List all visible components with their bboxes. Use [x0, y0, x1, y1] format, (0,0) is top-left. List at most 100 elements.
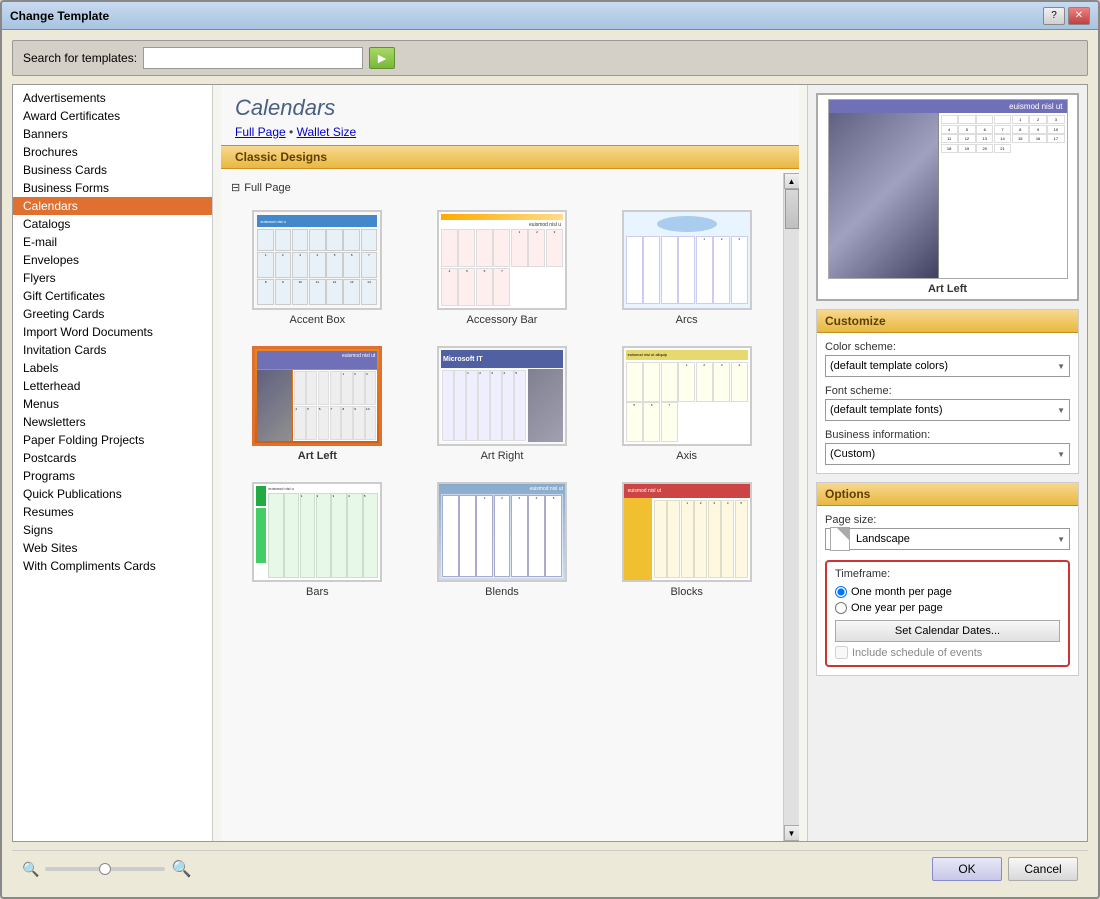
main-panels: Advertisements Award Certificates Banner… — [12, 84, 1088, 842]
page-size-value: Landscape — [856, 533, 910, 545]
scroll-up-btn[interactable]: ▲ — [784, 173, 800, 189]
radio-one-year-row: One year per page — [835, 602, 1060, 614]
sidebar-item-letterhead[interactable]: Letterhead — [13, 377, 212, 395]
template-art-left[interactable]: euismod nisl ut — [231, 342, 404, 466]
scroll-down-btn[interactable]: ▼ — [784, 825, 800, 841]
sidebar-item-envelopes[interactable]: Envelopes — [13, 251, 212, 269]
options-section: Options Page size: Landscape — [816, 482, 1079, 676]
sidebar-item-advertisements[interactable]: Advertisements — [13, 89, 212, 107]
timeframe-label: Timeframe: — [835, 568, 1060, 580]
business-info-value: (Custom) — [830, 448, 875, 460]
sidebar-item-calendars[interactable]: Calendars — [13, 197, 212, 215]
search-button[interactable]: ► — [369, 47, 395, 69]
schedule-checkbox-row: Include schedule of events — [835, 646, 1060, 659]
radio-one-month-row: One month per page — [835, 586, 1060, 598]
cal-cell: 7 — [994, 125, 1011, 134]
section-label: Full Page — [244, 182, 290, 194]
page-size-dropdown[interactable]: Landscape ▼ — [825, 528, 1070, 550]
options-title: Options — [817, 483, 1078, 506]
scroll-thumb[interactable] — [785, 189, 799, 229]
sidebar-item-catalogs[interactable]: Catalogs — [13, 215, 212, 233]
window-title: Change Template — [10, 9, 109, 23]
section-header-full-page[interactable]: ⊟ Full Page — [231, 177, 773, 198]
tab-full-page[interactable]: Full Page — [235, 125, 286, 139]
cal-cell: 5 — [958, 125, 975, 134]
cal-cell: 17 — [1047, 134, 1064, 143]
options-body: Page size: Landscape ▼ — [817, 506, 1078, 675]
help-button[interactable]: ? — [1043, 7, 1065, 25]
template-blends[interactable]: euismod nisl ut 1 2 3 4 — [416, 478, 589, 602]
color-scheme-dropdown[interactable]: (default template colors) ▼ — [825, 355, 1070, 377]
sidebar-item-web-sites[interactable]: Web Sites — [13, 539, 212, 557]
sidebar-item-compliments-cards[interactable]: With Compliments Cards — [13, 557, 212, 575]
template-blocks[interactable]: euismod nisl ut 1 2 — [600, 478, 773, 602]
sidebar-item-business-forms[interactable]: Business Forms — [13, 179, 212, 197]
zoom-out-icon[interactable]: 🔍 — [22, 861, 39, 878]
sidebar-item-signs[interactable]: Signs — [13, 521, 212, 539]
search-bar: Search for templates: ► — [12, 40, 1088, 76]
cal-cell: 6 — [976, 125, 993, 134]
cal-cell: 13 — [976, 134, 993, 143]
zoom-thumb — [99, 863, 111, 875]
sidebar-item-labels[interactable]: Labels — [13, 359, 212, 377]
business-info-dropdown[interactable]: (Custom) ▼ — [825, 443, 1070, 465]
template-thumb-axis: euismod nisl ut aliquip 1 2 3 — [622, 346, 752, 446]
cal-cell: 16 — [1029, 134, 1046, 143]
template-label-blends: Blends — [485, 586, 519, 598]
search-label: Search for templates: — [23, 51, 137, 65]
search-input[interactable] — [143, 47, 363, 69]
sidebar-item-business-cards[interactable]: Business Cards — [13, 161, 212, 179]
template-thumb-art-right: Microsoft IT 1 2 — [437, 346, 567, 446]
template-axis[interactable]: euismod nisl ut aliquip 1 2 3 — [600, 342, 773, 466]
zoom-in-icon[interactable]: 🔍 — [171, 859, 191, 879]
template-accent-box[interactable]: euismod nisl u 12 34 — [231, 206, 404, 330]
template-label-art-left: Art Left — [298, 450, 337, 462]
template-thumb-blocks: euismod nisl ut 1 2 — [622, 482, 752, 582]
sidebar-item-resumes[interactable]: Resumes — [13, 503, 212, 521]
template-art-right[interactable]: Microsoft IT 1 2 — [416, 342, 589, 466]
set-calendar-dates-button[interactable]: Set Calendar Dates... — [835, 620, 1060, 642]
cancel-button[interactable]: Cancel — [1008, 857, 1078, 881]
sidebar-item-award-certificates[interactable]: Award Certificates — [13, 107, 212, 125]
sidebar-item-banners[interactable]: Banners — [13, 125, 212, 143]
right-panel: euismod nisl ut 1 2 3 4 — [807, 85, 1087, 841]
template-bars[interactable]: euismod nisl u 1 2 3 4 — [231, 478, 404, 602]
ok-button[interactable]: OK — [932, 857, 1002, 881]
cal-cell: 20 — [976, 144, 993, 153]
sidebar-item-menus[interactable]: Menus — [13, 395, 212, 413]
radio-one-month[interactable] — [835, 586, 847, 598]
sidebar-item-gift-certificates[interactable]: Gift Certificates — [13, 287, 212, 305]
sidebar-item-postcards[interactable]: Postcards — [13, 449, 212, 467]
font-scheme-field: Font scheme: (default template fonts) ▼ — [825, 385, 1070, 421]
business-info-label: Business information: — [825, 429, 1070, 441]
zoom-slider[interactable] — [45, 867, 165, 871]
sidebar-item-flyers[interactable]: Flyers — [13, 269, 212, 287]
templates-grid: euismod nisl u 12 34 — [231, 198, 773, 610]
sidebar-item-brochures[interactable]: Brochures — [13, 143, 212, 161]
page-size-icon — [830, 527, 850, 551]
radio-one-year[interactable] — [835, 602, 847, 614]
sidebar-item-quick-publications[interactable]: Quick Publications — [13, 485, 212, 503]
close-button[interactable]: ✕ — [1068, 7, 1090, 25]
middle-scrollbar[interactable]: ▲ ▼ — [783, 173, 799, 841]
scroll-track[interactable] — [784, 189, 800, 825]
sidebar: Advertisements Award Certificates Banner… — [13, 85, 213, 841]
color-scheme-field: Color scheme: (default template colors) … — [825, 341, 1070, 377]
sidebar-item-greeting-cards[interactable]: Greeting Cards — [13, 305, 212, 323]
sidebar-item-import-word[interactable]: Import Word Documents — [13, 323, 212, 341]
change-template-dialog: Change Template ? ✕ Search for templates… — [0, 0, 1100, 899]
sidebar-item-invitation-cards[interactable]: Invitation Cards — [13, 341, 212, 359]
customize-title: Customize — [817, 310, 1078, 333]
sidebar-item-paper-folding[interactable]: Paper Folding Projects — [13, 431, 212, 449]
sidebar-item-programs[interactable]: Programs — [13, 467, 212, 485]
business-info-field: Business information: (Custom) ▼ — [825, 429, 1070, 465]
template-accessory-bar[interactable]: euismod nisl u 1 2 3 — [416, 206, 589, 330]
sidebar-item-newsletters[interactable]: Newsletters — [13, 413, 212, 431]
schedule-checkbox[interactable] — [835, 646, 848, 659]
template-arcs[interactable]: 1 2 3 Arcs — [600, 206, 773, 330]
font-scheme-dropdown[interactable]: (default template fonts) ▼ — [825, 399, 1070, 421]
font-scheme-label: Font scheme: — [825, 385, 1070, 397]
sidebar-item-email[interactable]: E-mail — [13, 233, 212, 251]
tab-wallet-size[interactable]: Wallet Size — [297, 125, 357, 139]
templates-scroll[interactable]: ⊟ Full Page euismod nisl u — [221, 173, 783, 841]
